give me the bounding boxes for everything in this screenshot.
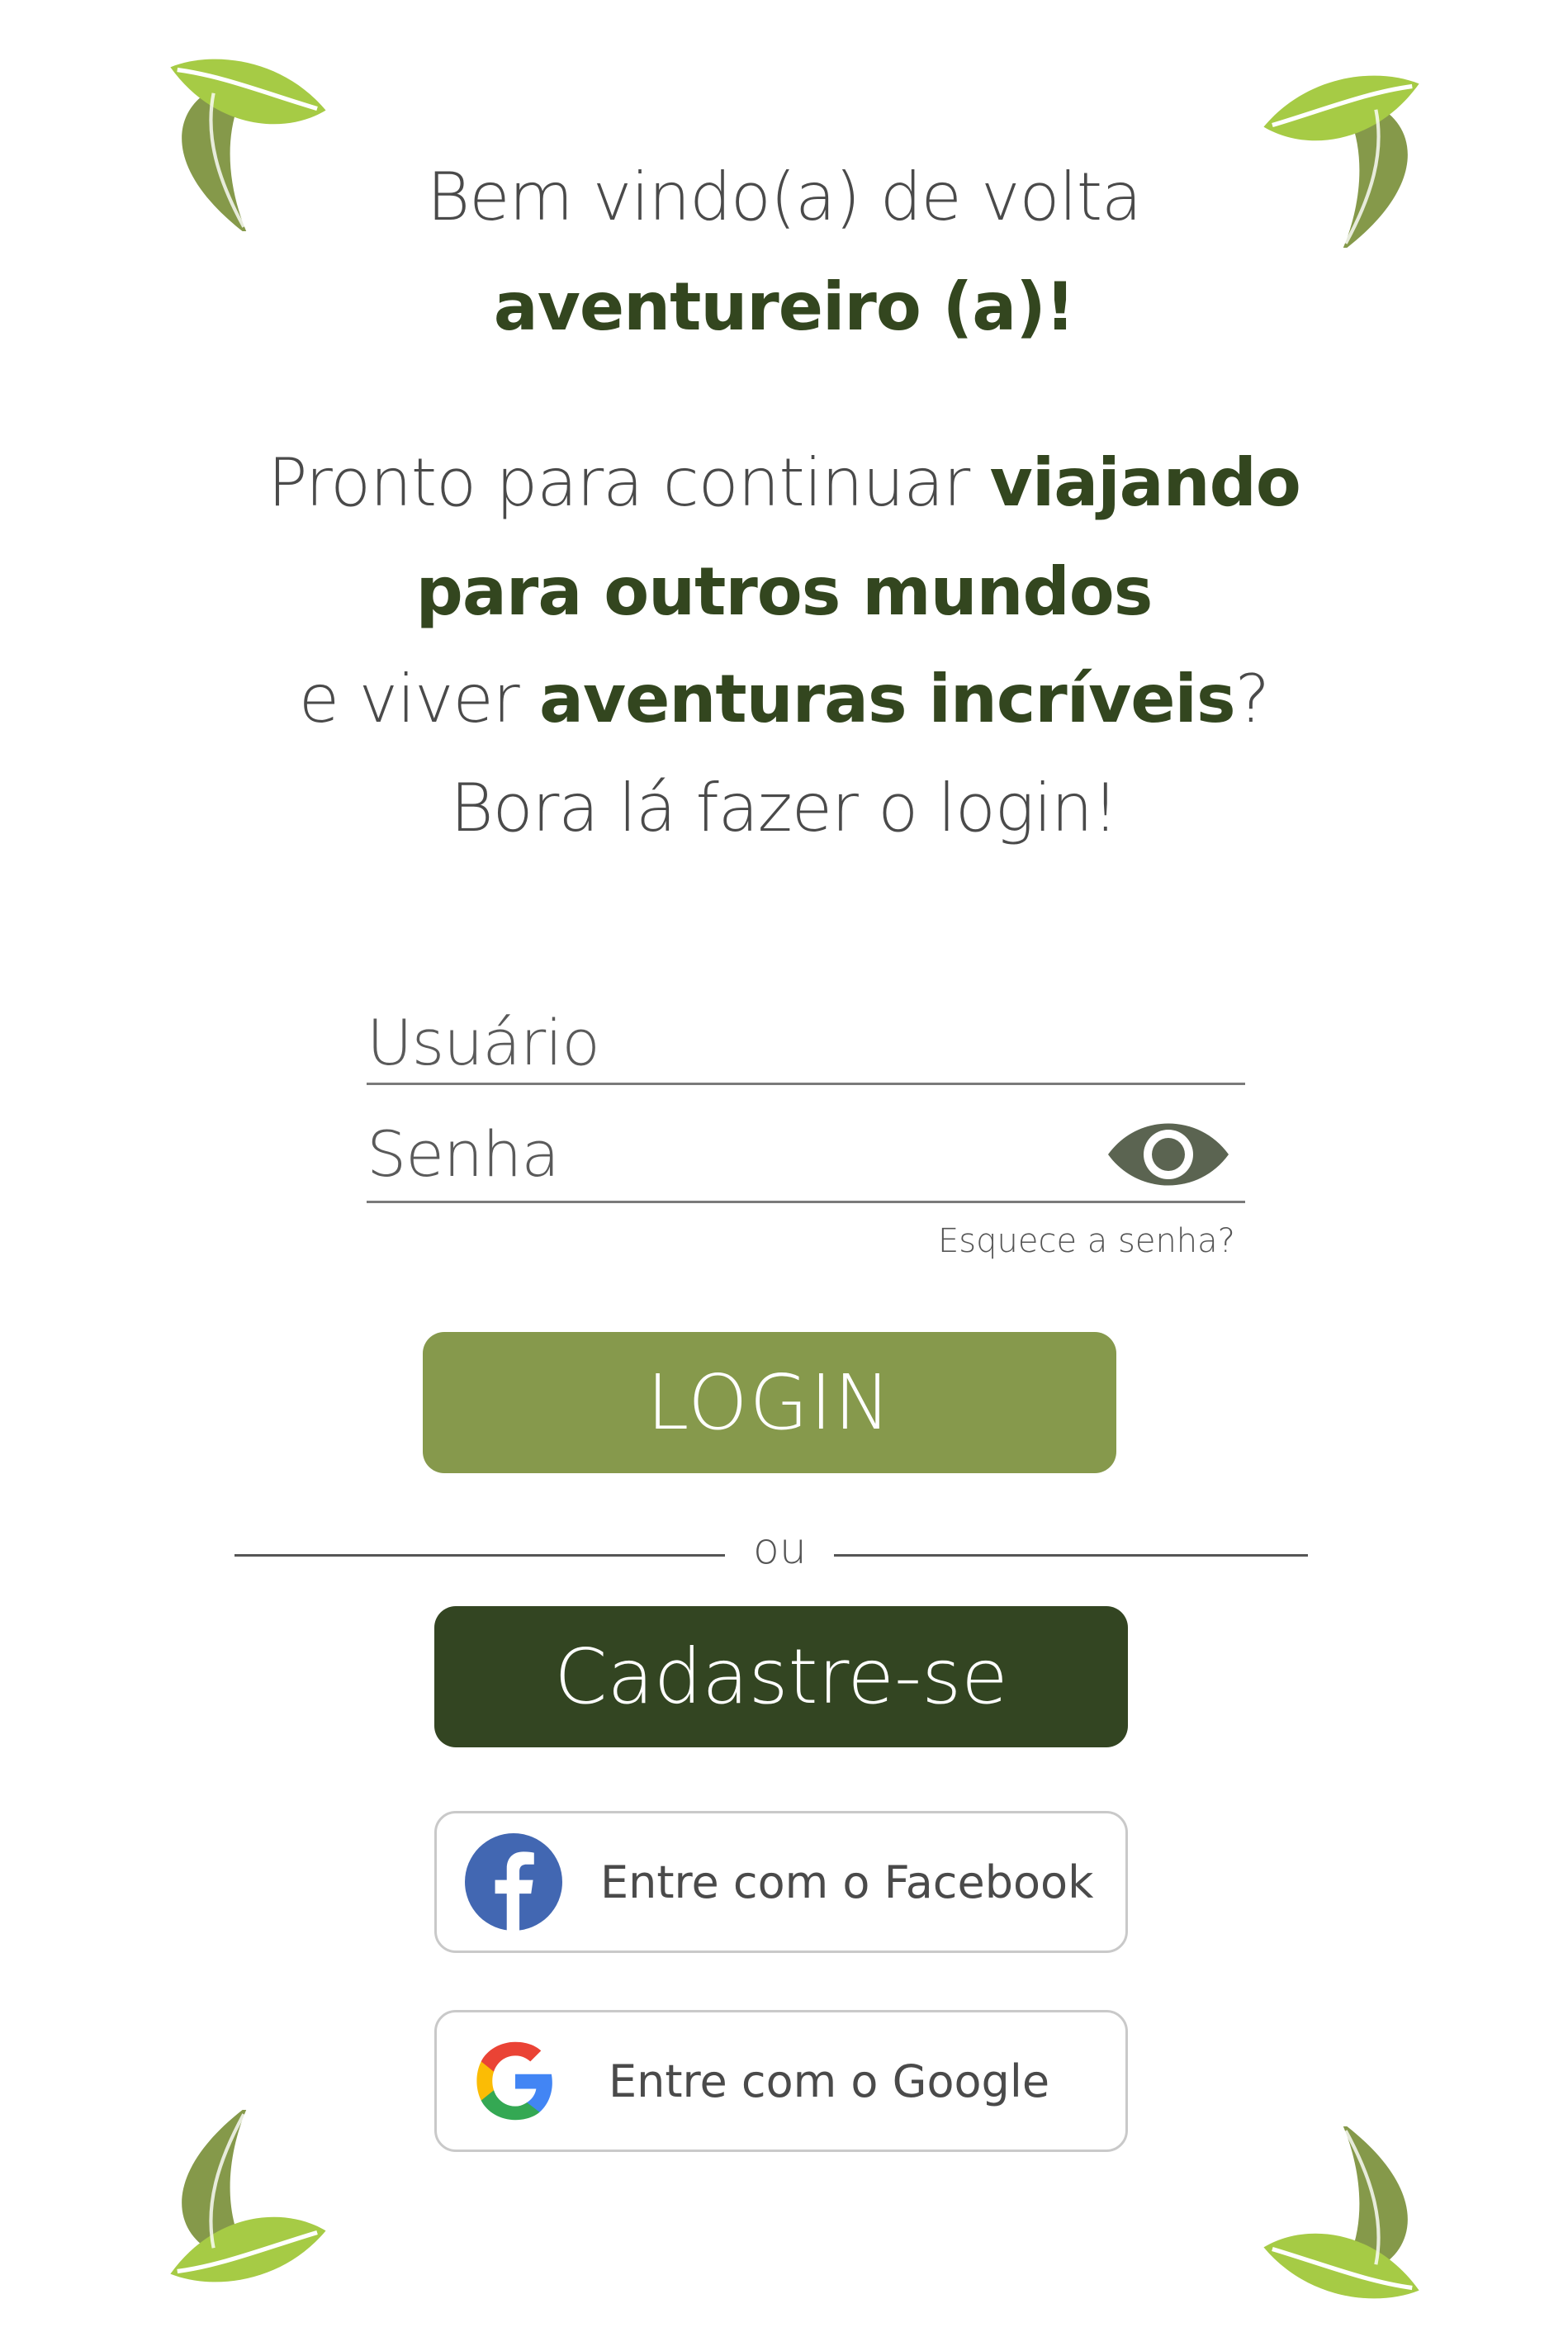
- register-button[interactable]: Cadastre-se: [434, 1606, 1128, 1747]
- login-button-label: LOGIN: [647, 1358, 893, 1447]
- facebook-login-button[interactable]: Entre com o Facebook: [434, 1811, 1128, 1953]
- leaf-icon-bottom-left: [144, 2110, 334, 2300]
- welcome-line-2: aventureiro (a)!: [493, 268, 1076, 345]
- facebook-icon: [465, 1833, 562, 1931]
- welcome-line-1: Bem vindo(a) de volta: [426, 159, 1142, 235]
- register-button-label: Cadastre-se: [554, 1633, 1008, 1721]
- username-underline: [367, 1083, 1245, 1085]
- password-underline: [367, 1201, 1245, 1203]
- username-input[interactable]: Usuário: [367, 1006, 600, 1079]
- facebook-button-label: Entre com o Facebook: [600, 1856, 1094, 1908]
- divider-text: ou: [753, 1524, 807, 1574]
- google-login-button[interactable]: Entre com o Google: [434, 2010, 1128, 2152]
- leaf-icon-bottom-right: [1255, 2126, 1445, 2316]
- google-button-label: Entre com o Google: [609, 2055, 1050, 2107]
- intro-line-1: Pronto para continuar viajando: [268, 444, 1301, 521]
- intro-line-4: Bora lá fazer o login!: [450, 770, 1119, 846]
- intro-line-3: e viver aventuras incríveis?: [298, 661, 1270, 737]
- forgot-password-link[interactable]: Esquece a senha?: [938, 1222, 1235, 1260]
- divider-right: [834, 1554, 1308, 1557]
- password-input[interactable]: Senha: [367, 1117, 560, 1191]
- divider-left: [234, 1554, 725, 1557]
- google-icon: [467, 2032, 564, 2130]
- login-button[interactable]: LOGIN: [423, 1332, 1116, 1473]
- eye-icon[interactable]: [1105, 1110, 1232, 1199]
- intro-line-2: para outros mundos: [415, 553, 1153, 630]
